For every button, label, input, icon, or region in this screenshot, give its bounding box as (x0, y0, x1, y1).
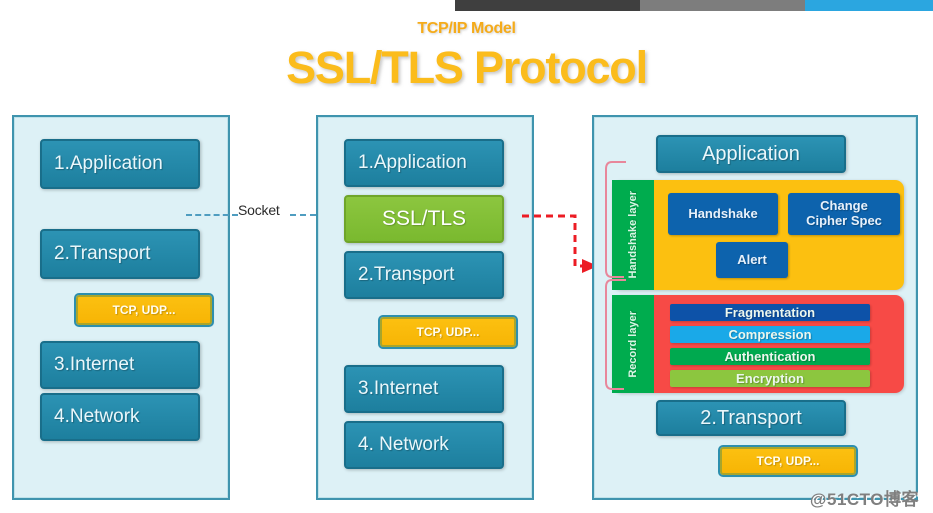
right-transport-box: 2.Transport (656, 400, 846, 436)
diagram-title: SSL/TLS Protocol (286, 42, 648, 93)
ssl-layers-bracket (605, 161, 626, 390)
socket-label: Socket (238, 202, 280, 218)
watermark-text: @51CTO博客 (809, 490, 919, 509)
left-layer-network: 4.Network (40, 393, 200, 441)
panel-ssl-architecture: Application Handshake layer Handshake Ch… (592, 115, 918, 500)
top-color-bar (0, 0, 933, 11)
middle-protocol-box: TCP, UDP... (378, 315, 518, 349)
record-step-encryption: Encryption (670, 370, 870, 387)
socket-dashed-line-left (186, 214, 238, 216)
topbar-segment-blue (805, 0, 933, 11)
left-layer-internet: 3.Internet (40, 341, 200, 389)
topbar-segment-dark (455, 0, 640, 11)
left-layer-transport: 2.Transport (40, 229, 200, 279)
panel-tcp-ip-with-ssl: 1.Application SSL/TLS 2.Transport TCP, U… (316, 115, 534, 500)
alert-protocol-box: Alert (716, 242, 788, 278)
handshake-layer-container: Handshake layer Handshake Change Cipher … (612, 180, 904, 290)
left-protocol-box: TCP, UDP... (74, 293, 214, 327)
record-step-compression: Compression (670, 326, 870, 343)
diagram-subtitle: TCP/IP Model (417, 20, 516, 37)
panel-tcp-ip-model: 1.Application 2.Transport TCP, UDP... 3.… (12, 115, 230, 500)
middle-layer-internet: 3.Internet (344, 365, 504, 413)
middle-layer-network: 4. Network (344, 421, 504, 469)
topbar-segment-gray (640, 0, 805, 11)
topbar-spacer (0, 0, 455, 11)
left-layer-application: 1.Application (40, 139, 200, 189)
middle-layer-application: 1.Application (344, 139, 504, 187)
record-layer-container: Record layer Fragmentation Compression A… (612, 295, 904, 393)
right-application-box: Application (656, 135, 846, 173)
change-cipher-spec-line2: Cipher Spec (806, 213, 882, 228)
handshake-protocol-box: Handshake (668, 193, 778, 235)
record-step-fragmentation: Fragmentation (670, 304, 870, 321)
middle-layer-ssl-tls: SSL/TLS (344, 195, 504, 243)
change-cipher-spec-line1: Change (820, 198, 868, 214)
record-step-authentication: Authentication (670, 348, 870, 365)
middle-layer-transport: 2.Transport (344, 251, 504, 299)
right-protocol-box: TCP, UDP... (718, 445, 858, 477)
ssl-expansion-arrow (522, 214, 598, 273)
change-cipher-spec-box: Change Cipher Spec (788, 193, 900, 235)
